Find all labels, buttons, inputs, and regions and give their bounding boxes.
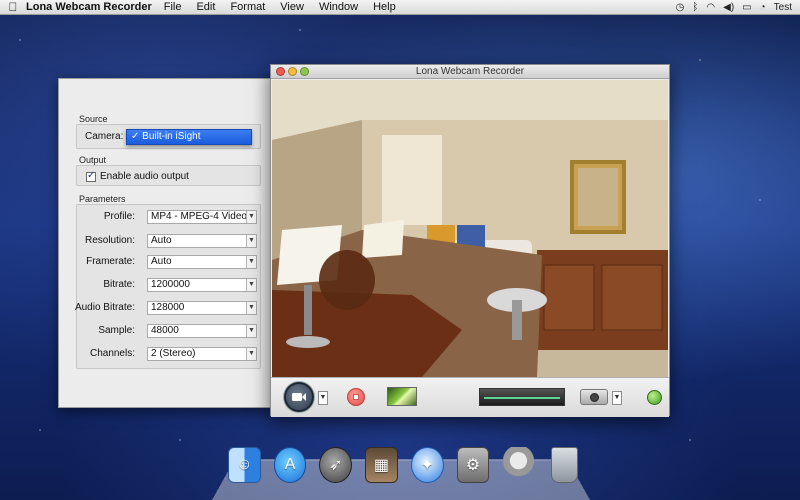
param-row-profile: Profile: MP4 - MPEG-4 Video ▼ [79,210,259,226]
chevron-down-icon: ▼ [246,211,256,223]
clock-icon[interactable]: ◔ [760,2,766,13]
trash-icon[interactable] [550,447,578,483]
settings-panel: Source Camera: Output Parameters Profile… [58,78,273,408]
time-machine-icon[interactable]: ◷ [676,2,685,13]
chevron-down-icon: ▼ [246,256,256,268]
sample-value: 48000 [151,325,179,336]
resolution-value: Auto [151,235,172,246]
stop-button[interactable] [347,388,365,406]
chevron-down-icon: ▼ [246,279,256,291]
chevron-down-icon: ▼ [246,302,256,314]
status-area: ◷ ᛒ ◠ ◀) ▭ ◔ Test [676,0,792,15]
bluetooth-icon[interactable]: ᛒ [692,2,698,13]
dock: ☺ A ➶ ▦ ✦ ⚙ [228,447,578,487]
sample-combo[interactable]: 48000 ▼ [147,324,257,338]
finder-icon[interactable]: ☺ [228,447,261,483]
param-row-audio-bitrate: Audio Bitrate: 128000 ▼ [75,301,259,317]
system-preferences-icon[interactable]: ⚙ [456,447,490,483]
control-bar: ▼ ▼ [271,377,669,417]
webcam-preview [272,80,668,377]
camera-icon [590,393,599,402]
menu-edit[interactable]: Edit [196,1,215,13]
profile-value: MP4 - MPEG-4 Video [151,211,247,222]
snapshot-button[interactable] [580,389,608,405]
window-title: Lona Webcam Recorder [415,66,525,77]
recorder-window: Lona Webcam Recorder ▼ ▼ [270,64,670,417]
framerate-label: Framerate: [86,256,135,267]
apple-logo-icon[interactable]:  [0,0,26,14]
audio-level-meter [479,388,565,406]
channels-label: Channels: [89,348,135,359]
window-titlebar[interactable]: Lona Webcam Recorder [271,65,669,79]
enable-audio-option[interactable]: Enable audio output [86,170,189,182]
video-camera-icon [292,393,306,401]
enable-audio-checkbox[interactable] [86,170,96,182]
audio-bitrate-label: Audio Bitrate: [74,302,135,313]
battery-icon[interactable]: ▭ [742,2,751,13]
audio-level-indicator [484,397,560,399]
resolution-select[interactable]: Auto ▼ [147,234,257,248]
camera-select[interactable]: ✓ Built-in iSight [126,129,252,145]
bitrate-value: 1200000 [151,279,190,290]
channels-value: 2 (Stereo) [151,348,196,359]
snapshot-options-dropdown[interactable]: ▼ [612,391,622,405]
webcam-preview-image [272,80,668,377]
user-name[interactable]: Test [774,2,792,13]
volume-icon[interactable]: ◀) [723,2,734,13]
last-recording-thumbnail[interactable] [387,387,417,406]
webcam-recorder-icon[interactable] [502,447,535,483]
menu-file[interactable]: File [164,1,182,13]
output-section-label: Output [79,155,107,165]
chevron-down-icon: ▼ [246,235,256,247]
profile-select[interactable]: MP4 - MPEG-4 Video ▼ [147,210,257,224]
launchpad-icon[interactable]: ➶ [319,447,353,483]
record-options-dropdown[interactable]: ▼ [318,391,328,405]
camera-label: Camera: [85,131,124,142]
parameters-section-label: Parameters [79,194,126,204]
param-row-resolution: Resolution: Auto ▼ [79,234,259,250]
profile-label: Profile: [103,211,135,222]
record-button[interactable] [284,382,314,412]
menu-bar:  Lona Webcam Recorder File Edit Format … [0,0,800,15]
framerate-select[interactable]: Auto ▼ [147,255,257,269]
app-store-icon[interactable]: A [273,447,307,483]
wifi-icon[interactable]: ◠ [706,2,715,13]
param-row-sample: Sample: 48000 ▼ [79,324,259,340]
chevron-down-icon: ▼ [246,348,256,360]
resolution-label: Resolution: [84,235,135,246]
menu-app-name[interactable]: Lona Webcam Recorder [26,1,152,13]
enable-audio-label: Enable audio output [100,171,189,182]
audio-bitrate-value: 128000 [151,302,185,313]
audio-bitrate-combo[interactable]: 128000 ▼ [147,301,257,315]
bitrate-combo[interactable]: 1200000 ▼ [147,278,257,292]
chevron-down-icon: ▼ [246,325,256,337]
channels-select[interactable]: 2 (Stereo) ▼ [147,347,257,361]
framerate-value: Auto [151,256,172,267]
param-row-framerate: Framerate: Auto ▼ [79,255,259,271]
photo-booth-icon[interactable]: ▦ [365,447,398,483]
param-row-channels: Channels: 2 (Stereo) ▼ [79,347,259,363]
globe-icon[interactable] [647,390,662,405]
menu-window[interactable]: Window [319,1,358,13]
stop-icon [353,394,359,400]
bitrate-label: Bitrate: [103,279,135,290]
menu-format[interactable]: Format [230,1,265,13]
safari-icon[interactable]: ✦ [410,447,444,483]
param-row-bitrate: Bitrate: 1200000 ▼ [79,278,259,294]
menu-view[interactable]: View [280,1,304,13]
sample-label: Sample: [98,325,135,336]
source-section-label: Source [79,114,108,124]
menu-help[interactable]: Help [373,1,396,13]
